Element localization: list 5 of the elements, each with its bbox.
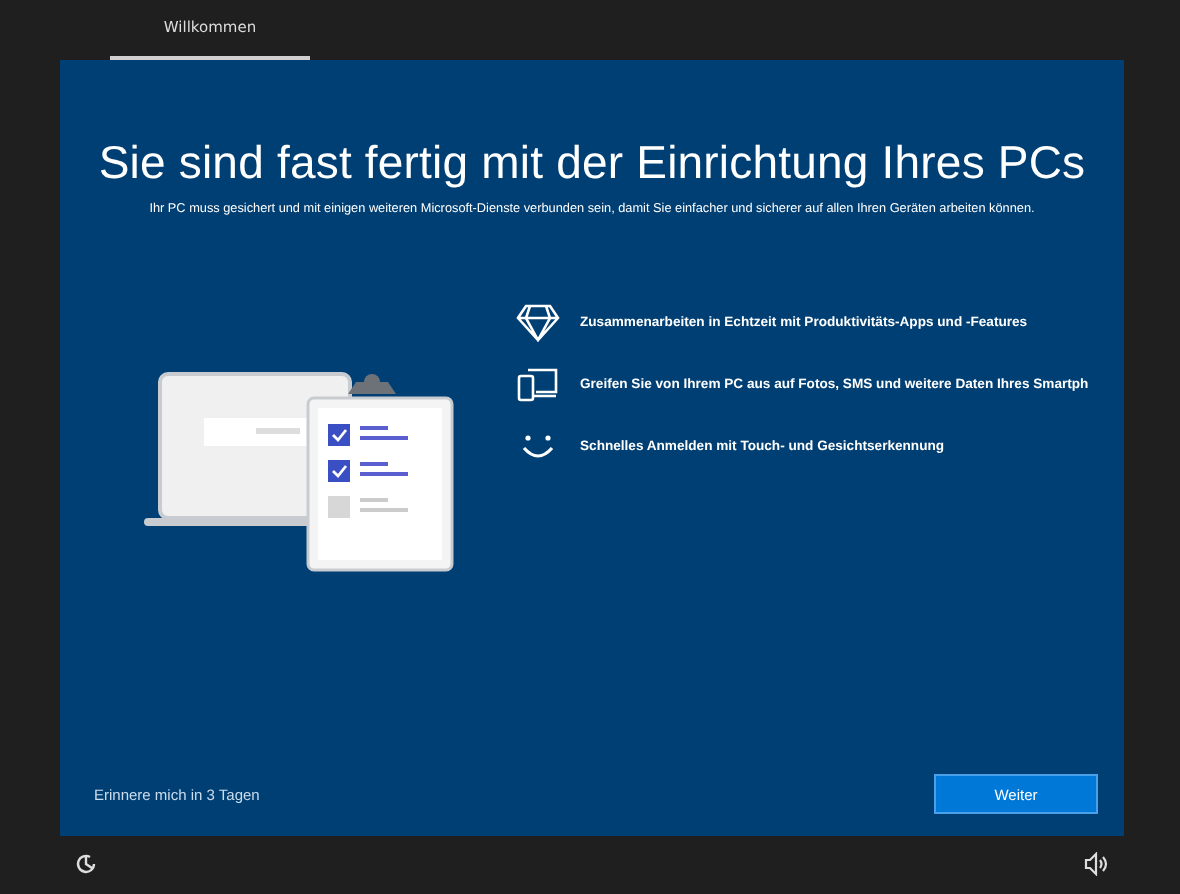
volume-icon[interactable] [1084,852,1108,876]
accessibility-icon[interactable] [74,852,98,876]
page-title: Sie sind fast fertig mit der Einrichtung Ihres PCs [96,136,1088,190]
diamond-icon [516,302,560,342]
devices-icon [516,364,560,404]
